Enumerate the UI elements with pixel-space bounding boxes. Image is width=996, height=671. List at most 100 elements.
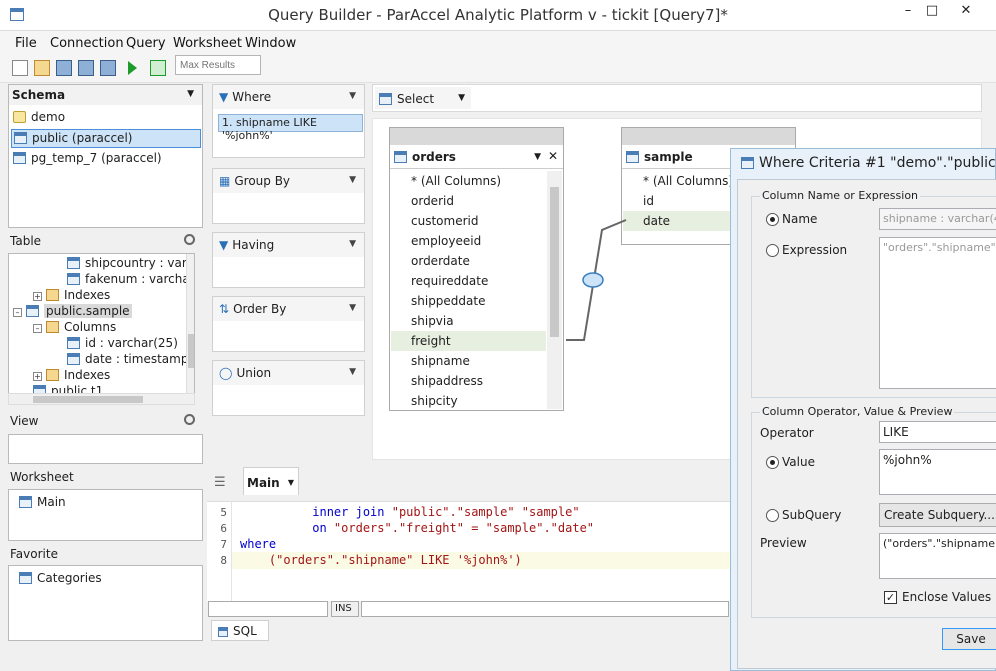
worksheet-icon — [19, 496, 32, 508]
new-icon[interactable] — [12, 60, 28, 76]
tree-item-id[interactable]: id : varchar(25) — [67, 336, 178, 350]
max-results-input[interactable] — [175, 55, 261, 75]
tree-item-indexes-2[interactable]: + Indexes — [33, 368, 110, 382]
orders-col-all[interactable]: * (All Columns) — [391, 171, 546, 191]
chevron-down-icon[interactable]: ▼ — [187, 89, 194, 99]
orders-col-shipaddress[interactable]: shipaddress — [391, 371, 546, 391]
orders-col-orderid[interactable]: orderid — [391, 191, 546, 211]
order-by-header[interactable]: ⇅ Order By ▼ — [213, 297, 364, 321]
schema-item-pg-temp[interactable]: pg_temp_7 (paraccel) — [13, 151, 162, 165]
chevron-down-icon[interactable]: ▼ — [349, 91, 356, 101]
create-subquery-button[interactable]: Create Subquery... — [879, 503, 996, 527]
join-connector[interactable] — [560, 210, 640, 350]
schema-item-demo[interactable]: demo — [13, 110, 65, 124]
column-icon — [67, 353, 80, 365]
union-clause: ◯ Union ▼ — [212, 360, 365, 416]
chevron-down-icon[interactable]: ▼ — [349, 303, 356, 313]
name-radio[interactable] — [766, 213, 779, 226]
operator-label: Operator — [760, 426, 814, 440]
orders-col-requireddate[interactable]: requireddate — [391, 271, 546, 291]
favorite-item-categories[interactable]: Categories — [19, 571, 102, 585]
editor-menu-icon[interactable]: ☰ — [214, 475, 226, 490]
subquery-label: SubQuery — [782, 508, 842, 522]
close-icon[interactable]: ✕ — [548, 149, 558, 163]
operator-select[interactable]: LIKE — [879, 421, 996, 443]
chevron-down-icon[interactable]: ▼ — [349, 175, 356, 185]
close-button[interactable]: ✕ — [946, 0, 986, 24]
expand-icon[interactable]: + — [33, 292, 42, 301]
table-header: Table — [10, 234, 42, 248]
code-line-7: where — [240, 537, 277, 551]
select-icon — [379, 93, 392, 105]
expand-icon[interactable]: + — [33, 372, 42, 381]
group-by-clause: ▦ Group By ▼ — [212, 168, 365, 224]
search-icon[interactable] — [184, 414, 195, 425]
run-icon[interactable] — [128, 61, 137, 75]
orders-table-box[interactable]: orders ▼ ✕ * (All Columns) orderid custo… — [389, 127, 564, 411]
tree-item-indexes[interactable]: + Indexes — [33, 288, 110, 302]
chevron-down-icon[interactable]: ▼ — [458, 93, 465, 103]
collapse-icon[interactable]: – — [13, 308, 22, 317]
enclose-checkbox[interactable]: ✓ — [884, 591, 897, 604]
order-by-clause: ⇅ Order By ▼ — [212, 296, 365, 352]
chevron-down-icon[interactable]: ▼ — [534, 152, 541, 162]
sort-icon: ⇅ — [219, 302, 230, 316]
menu-query[interactable]: Query — [126, 36, 166, 51]
run-checked-icon[interactable] — [150, 60, 166, 76]
orders-col-shipvia[interactable]: shipvia — [391, 311, 546, 331]
where-header[interactable]: ▼ Where ▼ — [213, 85, 364, 109]
menu-worksheet[interactable]: Worksheet — [173, 36, 242, 51]
dialog-title-bar[interactable]: Where Criteria #1 "demo"."public"." — [731, 149, 996, 179]
having-header[interactable]: ▼ Having ▼ — [213, 233, 364, 257]
tree-item-public-sample[interactable]: – public.sample — [13, 304, 132, 318]
orders-col-employeeid[interactable]: employeeid — [391, 231, 546, 251]
chevron-down-icon[interactable]: ▼ — [349, 239, 356, 249]
orders-col-freight[interactable]: freight — [391, 331, 546, 351]
line-number: 6 — [220, 522, 227, 535]
select-tab[interactable]: Select ▼ — [375, 87, 471, 109]
value-radio[interactable] — [766, 456, 779, 469]
union-header[interactable]: ◯ Union ▼ — [213, 361, 364, 385]
orders-col-customerid[interactable]: customerid — [391, 211, 546, 231]
menu-window[interactable]: Window — [245, 36, 296, 51]
schema-panel: Schema ▼ demo public (paraccel) pg_temp_… — [8, 84, 203, 228]
group-by-header[interactable]: ▦ Group By ▼ — [213, 169, 364, 193]
tree-item-fakenum[interactable]: fakenum : varchar(2 — [67, 272, 194, 286]
code-line-8: ("orders"."shipname" LIKE '%john%') — [268, 553, 522, 567]
editor-tab-main[interactable]: Main ▼ — [243, 467, 299, 495]
dialog-body: Column Name or Expression Name shipname … — [737, 179, 996, 669]
having-clause: ▼ Having ▼ — [212, 232, 365, 288]
where-condition[interactable]: 1. shipname LIKE '%john%' — [218, 114, 363, 142]
expression-radio[interactable] — [766, 244, 779, 257]
menu-connection[interactable]: Connection — [50, 36, 124, 51]
tree-item-columns[interactable]: – Columns — [33, 320, 116, 334]
save-all-icon[interactable] — [100, 60, 116, 76]
sql-tab[interactable]: SQL — [211, 620, 269, 641]
orders-col-shipcity[interactable]: shipcity — [391, 391, 546, 411]
vertical-scrollbar[interactable] — [186, 254, 194, 394]
save-as-icon[interactable] — [78, 60, 94, 76]
orders-col-shipname[interactable]: shipname — [391, 351, 546, 371]
tree-item-shipcountry[interactable]: shipcountry : varcha — [67, 256, 194, 270]
chevron-down-icon[interactable]: ▼ — [349, 367, 356, 377]
value-field[interactable]: %john% — [879, 449, 996, 495]
expression-field[interactable]: "orders"."shipname" — [879, 237, 996, 389]
open-icon[interactable] — [34, 60, 50, 76]
operator-group-title: Column Operator, Value & Preview — [760, 405, 955, 418]
orders-col-orderdate[interactable]: orderdate — [391, 251, 546, 271]
window-title: Query Builder - ParAccel Analytic Platfo… — [268, 6, 728, 24]
worksheet-item-main[interactable]: Main — [19, 495, 66, 509]
search-icon[interactable] — [184, 234, 195, 245]
collapse-icon[interactable]: – — [33, 324, 42, 333]
orders-table-header[interactable]: orders ▼ ✕ — [390, 145, 563, 169]
tree-item-date[interactable]: date : timestamp — [67, 352, 188, 366]
save-button[interactable]: Save — [942, 628, 996, 650]
save-icon[interactable] — [56, 60, 72, 76]
subquery-radio[interactable] — [766, 509, 779, 522]
chevron-down-icon[interactable]: ▼ — [288, 478, 294, 487]
schema-item-public[interactable]: public (paraccel) — [11, 129, 201, 148]
name-field[interactable]: shipname : varchar(40) — [879, 208, 996, 230]
menu-file[interactable]: File — [15, 36, 37, 51]
horizontal-scrollbar[interactable] — [8, 393, 195, 405]
orders-col-shippeddate[interactable]: shippeddate — [391, 291, 546, 311]
